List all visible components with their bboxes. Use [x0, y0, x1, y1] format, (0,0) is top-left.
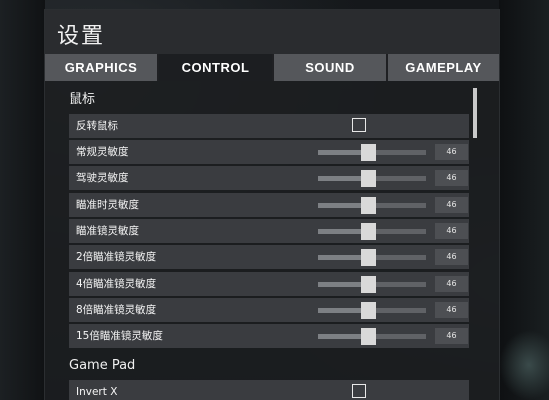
invert-x-checkbox[interactable]: [352, 384, 366, 398]
sensitivity-slider[interactable]: [318, 222, 426, 240]
slider-thumb[interactable]: [360, 301, 376, 319]
background-left-scene: [0, 0, 45, 400]
setting-row-sensitivity: 8倍瞄准镜灵敏度 46: [69, 297, 469, 322]
sensitivity-slider[interactable]: [318, 328, 426, 346]
setting-row-invert-mouse: 反转鼠标: [69, 114, 469, 138]
setting-row-sensitivity: 2倍瞄准镜灵敏度 46: [69, 245, 469, 270]
sensitivity-slider[interactable]: [318, 301, 426, 319]
setting-label: 瞄准时灵敏度: [76, 198, 139, 211]
section-title-mouse: 鼠标: [69, 92, 96, 107]
tab-graphics[interactable]: GRAPHICS: [45, 54, 159, 81]
setting-label: 常规灵敏度: [76, 146, 129, 158]
setting-label: 驾驶灵敏度: [76, 172, 129, 185]
slider-thumb[interactable]: [360, 275, 376, 293]
sensitivity-value-box[interactable]: 46: [435, 144, 468, 160]
tab-sound[interactable]: SOUND: [274, 54, 388, 81]
sensitivity-slider[interactable]: [318, 144, 426, 161]
slider-thumb[interactable]: [360, 170, 376, 188]
setting-row-sensitivity: 驾驶灵敏度 46: [69, 166, 469, 191]
setting-label: 瞄准镜灵敏度: [76, 224, 139, 237]
title-bar: 设置: [45, 10, 499, 54]
setting-row-sensitivity: 4倍瞄准镜灵敏度 46: [69, 271, 469, 296]
sensitivity-value-box[interactable]: 46: [435, 249, 468, 266]
setting-label: 8倍瞄准镜灵敏度: [76, 303, 157, 316]
sensitivity-value-box[interactable]: 46: [435, 170, 468, 187]
sensitivity-slider[interactable]: [318, 196, 426, 214]
setting-label: 2倍瞄准镜灵敏度: [76, 251, 157, 264]
sensitivity-value-box[interactable]: 46: [435, 275, 468, 292]
setting-label: Invert X: [76, 386, 118, 398]
slider-thumb[interactable]: [360, 144, 376, 161]
setting-label: 15倍瞄准镜灵敏度: [76, 330, 163, 343]
setting-row-sensitivity: 常规灵敏度 46: [69, 140, 469, 164]
slider-thumb[interactable]: [360, 222, 376, 240]
settings-content: 鼠标 反转鼠标 常规灵敏度 46 驾驶灵敏度 46 瞄准时灵敏度 46 瞄准镜灵敏度 46 2倍…: [61, 86, 471, 400]
scrollbar-thumb[interactable]: [473, 88, 477, 138]
setting-row-sensitivity: 瞄准镜灵敏度 46: [69, 218, 469, 243]
settings-window: 设置 GRAPHICS CONTROL SOUND GAMEPLAY 鼠标 反转…: [45, 10, 499, 400]
tab-control[interactable]: CONTROL: [159, 54, 274, 81]
slider-thumb[interactable]: [360, 328, 376, 346]
tab-bar: GRAPHICS CONTROL SOUND GAMEPLAY: [45, 54, 499, 81]
slider-thumb[interactable]: [360, 196, 376, 214]
setting-row-invert-x: Invert X: [69, 380, 469, 400]
sensitivity-value-box[interactable]: 46: [435, 301, 468, 318]
invert-mouse-checkbox[interactable]: [352, 118, 366, 132]
setting-row-sensitivity: 瞄准时灵敏度 46: [69, 192, 469, 217]
sensitivity-value-box[interactable]: 46: [435, 222, 468, 239]
sensitivity-value-box[interactable]: 46: [435, 196, 468, 213]
background-right-light: [499, 330, 549, 400]
setting-row-sensitivity: 15倍瞄准镜灵敏度 46: [69, 324, 469, 349]
setting-label: 反转鼠标: [76, 120, 118, 132]
tab-gameplay[interactable]: GAMEPLAY: [388, 54, 499, 81]
section-title-gamepad: Game Pad: [69, 358, 136, 373]
window-title: 设置: [57, 24, 106, 49]
sensitivity-slider[interactable]: [318, 275, 426, 293]
setting-label: 4倍瞄准镜灵敏度: [76, 277, 157, 290]
sensitivity-value-box[interactable]: 46: [435, 328, 468, 345]
slider-thumb[interactable]: [360, 249, 376, 267]
sensitivity-slider[interactable]: [318, 170, 426, 188]
sensitivity-slider[interactable]: [318, 249, 426, 267]
